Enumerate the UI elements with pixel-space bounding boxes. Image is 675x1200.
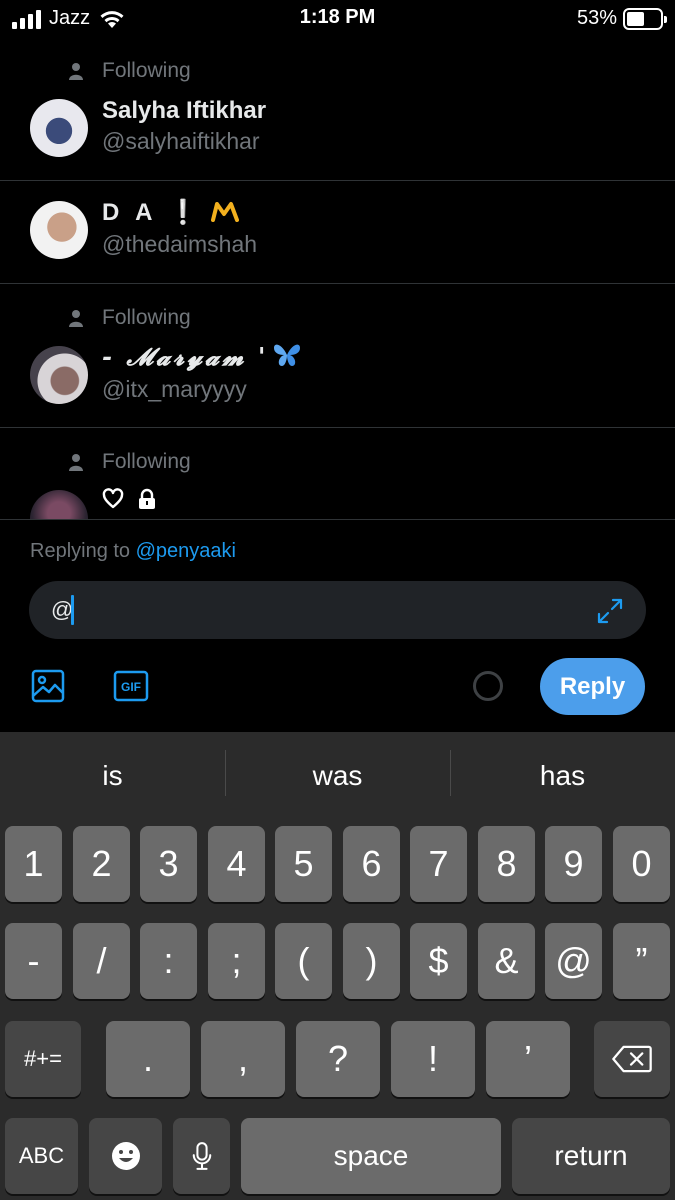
key-colon[interactable]: : (140, 923, 197, 999)
key-1[interactable]: 1 (5, 826, 62, 902)
status-time: 1:18 PM (299, 6, 376, 28)
image-icon[interactable] (30, 668, 66, 704)
battery-percentage: 53% (576, 7, 617, 29)
key-ampersand[interactable]: & (478, 923, 535, 999)
suggestion-is[interactable]: is (0, 732, 225, 820)
avatar (30, 201, 88, 259)
predictive-bar: is was has (0, 732, 675, 820)
key-at[interactable]: @ (545, 923, 602, 999)
reply-composer: Replying to @penyaaki @ GIF Reply (0, 519, 675, 732)
reply-input-value: @ (51, 597, 74, 622)
following-label: Following (102, 59, 191, 82)
key-symbols[interactable]: #+= (5, 1021, 81, 1097)
battery-icon (623, 7, 667, 30)
key-space[interactable]: space (241, 1118, 501, 1194)
key-dictation[interactable] (173, 1118, 230, 1194)
reply-input[interactable]: @ (29, 581, 646, 639)
display-name-text: D A ❕ (102, 199, 204, 226)
key-slash[interactable]: / (73, 923, 130, 999)
user-handle: @thedaimshah (102, 231, 258, 257)
character-counter (473, 671, 503, 701)
user-handle: @salyhaiftikhar (102, 128, 260, 154)
person-icon (69, 63, 83, 80)
key-comma[interactable]: , (201, 1021, 285, 1097)
gif-label: GIF (121, 680, 141, 694)
key-emoji[interactable] (89, 1118, 162, 1194)
key-backspace[interactable] (594, 1021, 670, 1097)
user-suggestion-row[interactable]: Following Salyha Iftikhar @salyhaiftikha… (0, 37, 675, 181)
display-name-text: - 𝓜𝓪𝓻𝔂𝓪𝓶 ' (102, 342, 269, 371)
key-0[interactable]: 0 (613, 826, 670, 902)
replying-to-label: Replying to (30, 540, 131, 562)
butterfly-emoji-icon (274, 344, 301, 366)
person-icon (69, 454, 83, 471)
key-dollar[interactable]: $ (410, 923, 467, 999)
key-abc[interactable]: ABC (5, 1118, 78, 1194)
user-suggestion-row[interactable]: D A ❕ @thedaimshah (0, 181, 675, 284)
user-suggestion-row[interactable]: Following (0, 428, 675, 519)
key-8[interactable]: 8 (478, 826, 535, 902)
heart-icon (102, 488, 124, 509)
keyboard: is was has 1 2 3 4 5 6 7 8 9 0 - / : ; (… (0, 732, 675, 1200)
replying-to: Replying to @penyaaki (30, 540, 236, 563)
key-close-paren[interactable]: ) (343, 923, 400, 999)
key-7[interactable]: 7 (410, 826, 467, 902)
key-apostrophe[interactable]: ’ (486, 1021, 570, 1097)
suggestion-has[interactable]: has (450, 732, 675, 820)
reply-button[interactable]: Reply (540, 658, 645, 715)
key-3[interactable]: 3 (140, 826, 197, 902)
avatar (30, 490, 88, 519)
lock-icon (139, 488, 155, 509)
emoji-icon (111, 1142, 140, 1170)
mention-suggestion-list[interactable]: Following Salyha Iftikhar @salyhaiftikha… (0, 37, 675, 519)
key-semicolon[interactable]: ; (208, 923, 265, 999)
text-caret (71, 595, 74, 625)
key-hyphen[interactable]: - (5, 923, 62, 999)
following-context: Following (68, 450, 191, 474)
following-context: Following (68, 306, 191, 330)
key-2[interactable]: 2 (73, 826, 130, 902)
key-period[interactable]: . (106, 1021, 190, 1097)
following-label: Following (102, 306, 191, 329)
key-return[interactable]: return (512, 1118, 670, 1194)
gif-icon[interactable]: GIF (113, 668, 149, 704)
display-name: Salyha Iftikhar (102, 97, 267, 124)
avatar (30, 346, 88, 404)
status-right: 53% (576, 7, 667, 30)
user-handle: @itx_maryyyy (102, 376, 247, 402)
display-name: D A ❕ (102, 198, 240, 227)
expand-icon[interactable] (596, 597, 624, 625)
microphone-icon (192, 1142, 211, 1170)
key-9[interactable]: 9 (545, 826, 602, 902)
backspace-icon (612, 1045, 652, 1073)
key-exclamation[interactable]: ! (391, 1021, 475, 1097)
key-question[interactable]: ? (296, 1021, 380, 1097)
crown-emoji-icon (211, 202, 240, 222)
user-suggestion-row[interactable]: Following - 𝓜𝓪𝓻𝔂𝓪𝓶 ' @itx_maryyyy (0, 284, 675, 428)
status-bar: Jazz 1:18 PM 53% (0, 0, 675, 37)
key-quote[interactable]: ” (613, 923, 670, 999)
display-name (102, 488, 158, 510)
avatar (30, 99, 88, 157)
following-label: Following (102, 450, 191, 473)
replying-to-mention[interactable]: @penyaaki (136, 540, 236, 562)
person-icon (69, 310, 83, 327)
display-name: - 𝓜𝓪𝓻𝔂𝓪𝓶 ' (102, 342, 302, 371)
key-5[interactable]: 5 (275, 826, 332, 902)
key-open-paren[interactable]: ( (275, 923, 332, 999)
following-context: Following (68, 59, 191, 83)
suggestion-was[interactable]: was (225, 732, 450, 820)
key-6[interactable]: 6 (343, 826, 400, 902)
key-4[interactable]: 4 (208, 826, 265, 902)
